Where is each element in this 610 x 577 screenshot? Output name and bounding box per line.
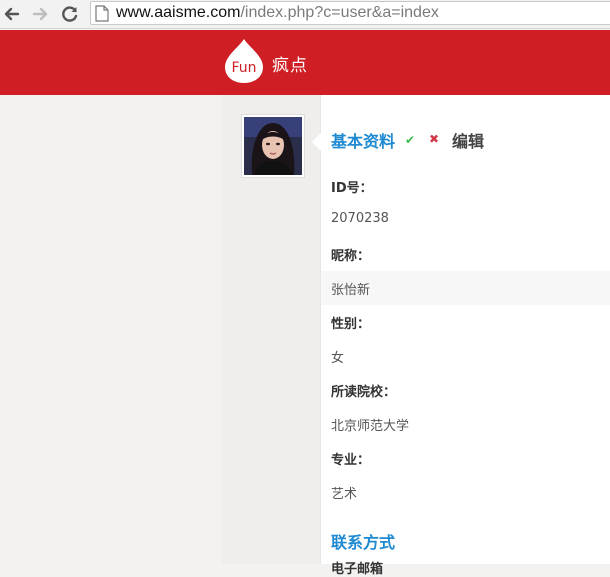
field-label-nickname: 昵称：: [331, 249, 371, 264]
field-label-gender: 性别：: [331, 317, 371, 332]
forward-arrow-icon[interactable]: [30, 4, 50, 24]
field-label-row: 专业：: [321, 441, 610, 475]
field-label-email: 电子邮箱: [331, 562, 384, 577]
reload-icon[interactable]: [60, 4, 80, 24]
close-icon[interactable]: ✖: [429, 132, 439, 146]
tab-edit[interactable]: 编辑: [452, 128, 484, 152]
field-label-row: ID号：: [321, 169, 610, 203]
fun-logo-icon[interactable]: Fun: [223, 38, 265, 84]
field-label-id: ID号：: [331, 181, 373, 196]
avatar-photo: [244, 117, 302, 175]
brand-name[interactable]: 疯点: [272, 51, 308, 76]
browser-toolbar: www.aaisme.com/index.php?c=user&a=index: [0, 0, 610, 29]
field-value-row: 北京师范大学: [321, 407, 610, 441]
url-text[interactable]: www.aaisme.com/index.php?c=user&a=index: [116, 3, 439, 23]
page-icon: [95, 5, 109, 22]
field-value-row: 女: [321, 339, 610, 373]
field-value-row: 张怡新: [321, 271, 610, 305]
field-value-id: 2070238: [331, 211, 389, 226]
field-label-major: 专业：: [331, 453, 371, 468]
field-label-row: 性别：: [321, 305, 610, 339]
field-value-row: 艺术: [321, 475, 610, 509]
url-path: /index.php?c=user&a=index: [240, 4, 439, 21]
tab-basic-info[interactable]: 基本资料: [331, 128, 395, 152]
left-blank-area: [0, 95, 222, 564]
field-value-nickname: 张怡新: [331, 283, 371, 298]
contact-section-title: 联系方式: [331, 533, 396, 552]
site-header: Fun 疯点: [0, 30, 610, 95]
avatar[interactable]: [241, 114, 305, 178]
field-value-row: 2070238: [321, 203, 610, 237]
url-domain: www.aaisme.com: [116, 4, 241, 21]
svg-text:Fun: Fun: [231, 60, 256, 76]
field-label-row: 所读院校：: [321, 373, 610, 407]
panel-pointer: [312, 133, 321, 151]
field-label-school: 所读院校：: [331, 385, 397, 400]
field-value-school: 北京师范大学: [331, 419, 410, 434]
field-value-major: 艺术: [331, 487, 358, 502]
back-arrow-icon[interactable]: [2, 4, 22, 24]
field-label-row: 昵称：: [321, 237, 610, 271]
check-icon[interactable]: ✔: [405, 133, 415, 147]
address-bar[interactable]: www.aaisme.com/index.php?c=user&a=index: [90, 1, 610, 25]
field-value-gender: 女: [331, 351, 345, 366]
